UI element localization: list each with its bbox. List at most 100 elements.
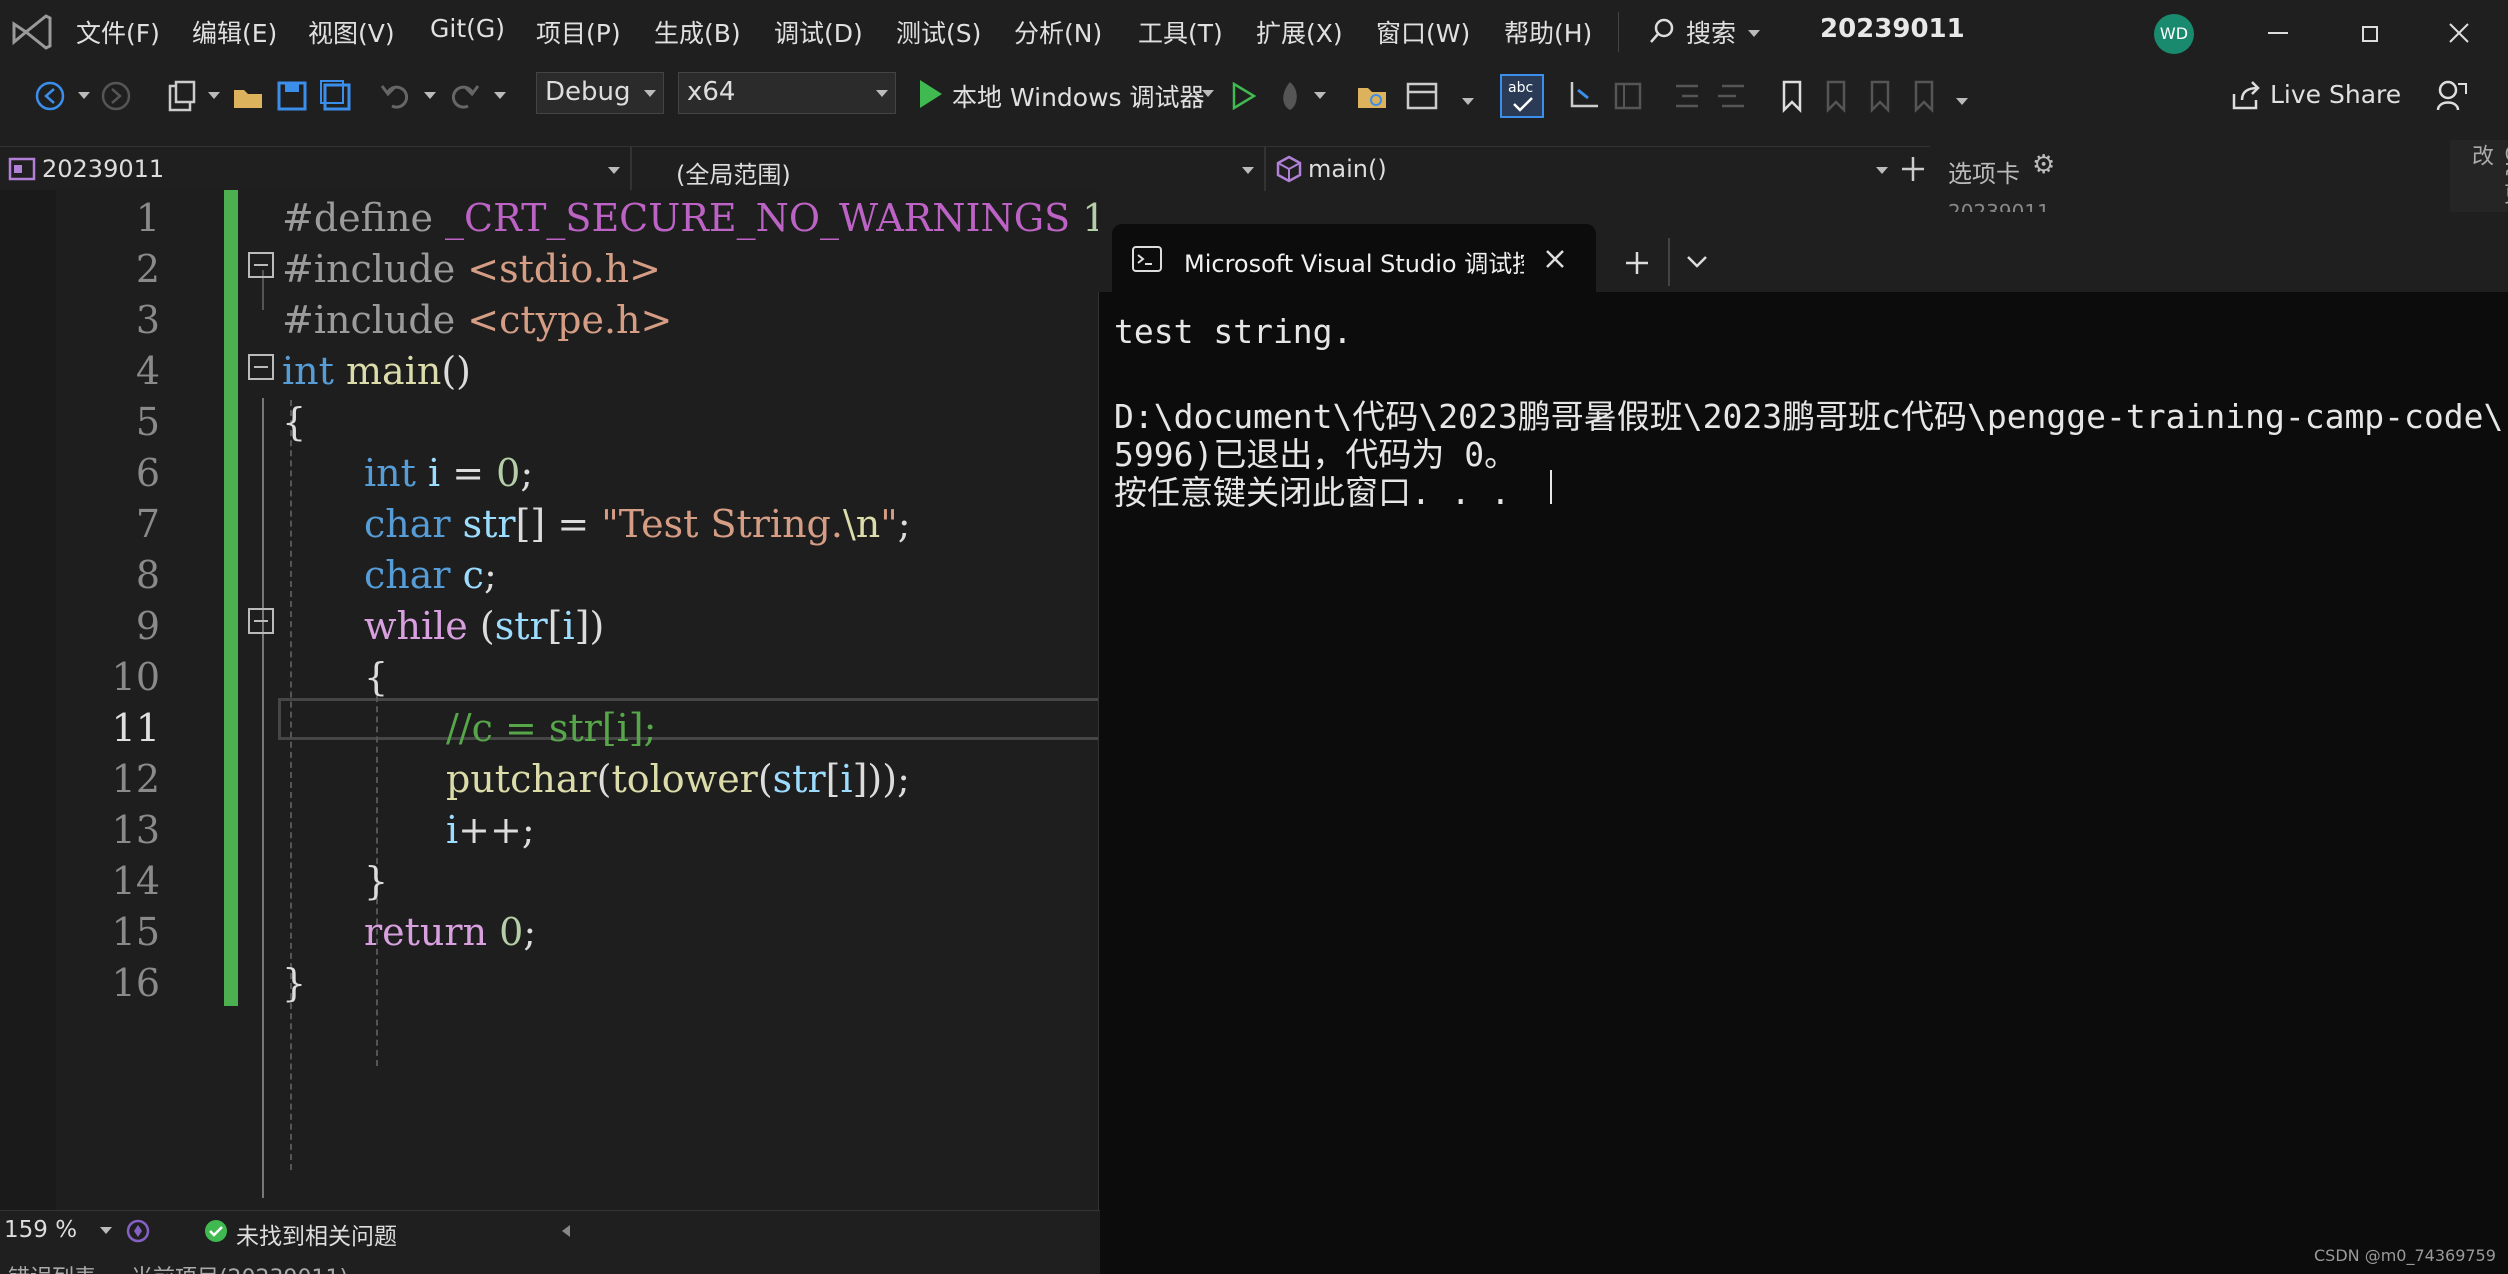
menu-build[interactable]: 生成(B) — [654, 14, 741, 50]
next-bookmark-icon[interactable] — [1862, 78, 1898, 114]
code-line-current[interactable]: //c = str[i]; — [446, 706, 656, 750]
close-button[interactable] — [2424, 10, 2494, 56]
new-item-dropdown-icon[interactable] — [208, 92, 220, 99]
hot-reload-icon[interactable] — [1272, 78, 1308, 114]
zoom-level[interactable]: 159 % — [4, 1217, 77, 1243]
new-item-icon[interactable] — [164, 78, 200, 114]
console-icon — [1132, 246, 1162, 272]
menu-edit[interactable]: 编辑(E) — [192, 14, 277, 50]
redo-dropdown-icon[interactable] — [494, 92, 506, 99]
tabs-item[interactable]: 20239011 — [1948, 200, 2050, 212]
vs-logo-icon[interactable] — [8, 10, 56, 54]
avatar[interactable]: WD — [2154, 14, 2194, 54]
platform-dropdown[interactable]: x64 — [678, 72, 896, 114]
menu-extensions[interactable]: 扩展(X) — [1256, 14, 1343, 50]
scroll-left-icon[interactable] — [556, 1221, 576, 1241]
code-line[interactable]: { — [282, 400, 306, 444]
clear-bookmarks-icon[interactable] — [1906, 78, 1942, 114]
close-tab-icon[interactable] — [1544, 248, 1566, 270]
collapse-include-icon[interactable] — [248, 252, 274, 278]
redo-icon[interactable] — [446, 78, 482, 114]
solution-explorer-icon[interactable] — [1354, 78, 1390, 114]
code-line[interactable]: #include <ctype.h> — [282, 298, 672, 342]
save-all-icon[interactable] — [318, 78, 354, 114]
menu-debug[interactable]: 调试(D) — [774, 14, 863, 50]
token-brace: } — [364, 859, 389, 903]
console-output-line: 按任意键关闭此窗口. . . — [1114, 473, 1511, 512]
member-selector[interactable]: main() — [1308, 155, 1387, 183]
live-share-button[interactable]: Live Share — [2226, 76, 2426, 116]
line-number: 12 — [111, 757, 160, 801]
menu-git[interactable]: Git(G) — [430, 14, 505, 43]
bookmark-icon[interactable] — [1774, 78, 1810, 114]
code-line[interactable]: while (str[i]) — [364, 604, 604, 648]
token-punct: ; — [520, 451, 534, 495]
menu-file[interactable]: 文件(F) — [76, 14, 160, 50]
project-selector[interactable]: 20239011 — [42, 155, 164, 183]
code-line[interactable]: int main() — [282, 349, 471, 393]
code-line[interactable]: i++; — [446, 808, 535, 852]
split-icon[interactable] — [1900, 155, 1926, 183]
forward-icon[interactable] — [98, 78, 134, 114]
token-macro: _CRT_SECURE_NO_WARNINGS — [445, 196, 1071, 240]
intellicode-icon[interactable] — [124, 1217, 152, 1245]
indent-icon[interactable] — [1714, 78, 1750, 114]
feedback-icon[interactable] — [2434, 78, 2470, 114]
code-line[interactable]: char str[] = "Test String.\n"; — [364, 502, 911, 546]
restore-button[interactable] — [2334, 10, 2404, 56]
prev-bookmark-icon[interactable] — [1818, 78, 1854, 114]
outdent-icon[interactable] — [1668, 78, 1704, 114]
run-dropdown-icon[interactable] — [1202, 90, 1214, 97]
layout-icon[interactable] — [1404, 78, 1440, 114]
search-button[interactable]: 搜索 — [1648, 12, 1768, 52]
code-line[interactable]: #include <stdio.h> — [282, 247, 661, 291]
menu-analyze[interactable]: 分析(N) — [1014, 14, 1102, 50]
code-line[interactable]: } — [282, 961, 306, 1005]
start-without-debug-icon[interactable] — [1226, 78, 1262, 114]
code-line[interactable]: return 0; — [364, 910, 536, 954]
code-editor[interactable]: 1 2 3 4 5 6 7 8 9 10 11 12 13 14 15 16 #… — [0, 190, 1108, 1210]
layout-dropdown-icon[interactable] — [1462, 98, 1474, 105]
new-tab-icon[interactable] — [1624, 250, 1650, 276]
code-line[interactable]: putchar(tolower(str[i])); — [446, 757, 910, 801]
collapse-main-icon[interactable] — [248, 354, 274, 380]
git-changes-strip[interactable]: Git 更改 — [2450, 140, 2508, 212]
menu-view[interactable]: 视图(V) — [308, 14, 395, 50]
code-line[interactable]: } — [364, 859, 388, 903]
terminal-tab[interactable]: Microsoft Visual Studio 调试控 — [1112, 224, 1596, 292]
back-dropdown-icon[interactable] — [78, 92, 90, 99]
glyph-margin[interactable] — [0, 190, 56, 1210]
menu-tools[interactable]: 工具(T) — [1138, 14, 1223, 50]
tab-menu-chevron-icon[interactable] — [1686, 254, 1708, 270]
scope-selector[interactable]: (全局范围) — [676, 155, 791, 190]
undo-icon[interactable] — [378, 78, 414, 114]
minimize-button[interactable] — [2244, 10, 2314, 56]
member-chevron-icon[interactable] — [1876, 167, 1888, 174]
toolbar-overflow-icon[interactable] — [1956, 98, 1968, 105]
open-folder-icon[interactable] — [230, 78, 266, 114]
zoom-chevron-icon[interactable] — [100, 1227, 112, 1234]
scope-chevron-icon[interactable] — [1242, 167, 1254, 174]
hot-reload-dropdown-icon[interactable] — [1314, 92, 1326, 99]
code-line[interactable]: char c; — [364, 553, 497, 597]
issues-status[interactable]: 未找到相关问题 — [236, 1217, 397, 1251]
code-line[interactable]: int i = 0; — [364, 451, 533, 495]
code-line[interactable]: #define _CRT_SECURE_NO_WARNINGS 1 — [282, 196, 1106, 240]
undo-dropdown-icon[interactable] — [424, 92, 436, 99]
gear-icon[interactable]: ⚙ — [2032, 150, 2055, 180]
code-line[interactable]: { — [364, 655, 388, 699]
debug-console-window[interactable] — [1098, 212, 2508, 1274]
save-icon[interactable] — [274, 78, 310, 114]
menu-window[interactable]: 窗口(W) — [1376, 14, 1470, 50]
token-preprocessor: #include — [282, 298, 468, 342]
step-icon[interactable] — [1566, 78, 1602, 114]
back-icon[interactable] — [32, 78, 68, 114]
collapse-while-icon[interactable] — [248, 608, 274, 634]
spellcheck-toggle[interactable]: abc — [1500, 74, 1544, 118]
menu-help[interactable]: 帮助(H) — [1504, 14, 1592, 50]
start-debug-button[interactable]: 本地 Windows 调试器 — [912, 74, 1232, 114]
project-chevron-icon[interactable] — [608, 167, 620, 174]
menu-test[interactable]: 测试(S) — [896, 14, 981, 50]
breakpoint-list-icon[interactable] — [1610, 78, 1646, 114]
menu-project[interactable]: 项目(P) — [536, 14, 621, 50]
